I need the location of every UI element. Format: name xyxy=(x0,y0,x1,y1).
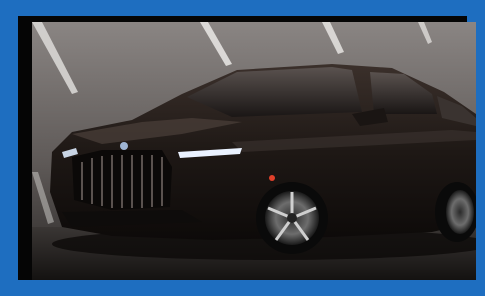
photo-frame xyxy=(0,0,485,296)
car-photo xyxy=(32,22,476,280)
badge-icon xyxy=(120,142,128,150)
side-marker-light xyxy=(269,175,275,181)
front-hub xyxy=(287,213,297,223)
rear-rim xyxy=(446,190,474,234)
